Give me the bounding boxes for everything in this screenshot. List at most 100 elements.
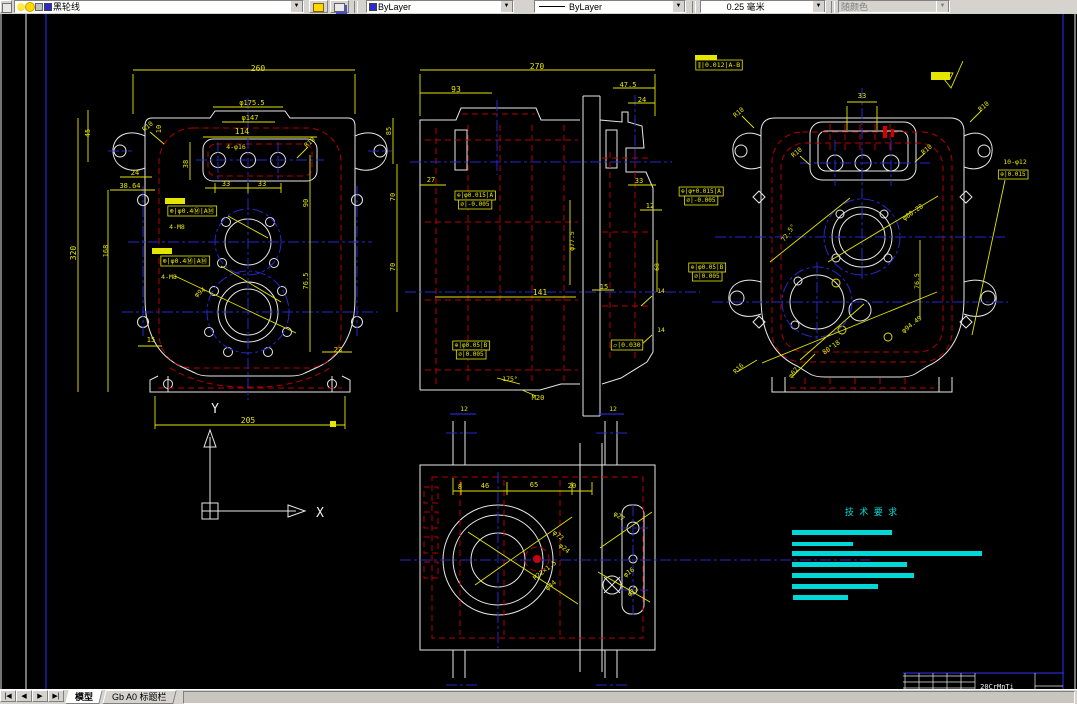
horizontal-scrollbar-track[interactable]: [182, 691, 1075, 704]
dim-label: 47.5: [620, 81, 637, 89]
dim-label: 24: [638, 96, 646, 104]
chevron-down-icon[interactable]: ▼: [290, 1, 303, 12]
layer-manager-button[interactable]: [0, 0, 12, 13]
color-combo[interactable]: ByLayer ▼: [366, 0, 514, 13]
dim-label: 38: [182, 160, 190, 168]
ucs-icon: [201, 428, 307, 520]
layer-color-swatch: [44, 2, 52, 11]
dim-label: 12: [609, 405, 617, 413]
dim-label: ⊕|φ0.4Ⓜ|AⓂ: [163, 257, 208, 265]
lineweight-combo[interactable]: 0.25 毫米 ▼: [700, 0, 826, 13]
dim-label: φ94.49: [900, 314, 923, 335]
dim-label: 14: [657, 326, 665, 334]
dim-label: 23: [334, 346, 342, 354]
dim-label: 15: [600, 283, 608, 291]
first-tab-button[interactable]: |◀: [0, 690, 16, 702]
toolbar-separator: [354, 1, 358, 13]
dim-label: 38.64: [119, 182, 140, 190]
side-section-view: [405, 55, 717, 417]
prev-tab-button[interactable]: ◀: [16, 690, 32, 702]
dim-label: R16: [732, 362, 746, 376]
tech-req-text-line: [792, 562, 907, 567]
dim-label: ⊕|φ0.05|B: [455, 342, 488, 349]
dim-label: φ94: [193, 286, 207, 299]
ucs-y-label: Y: [211, 402, 219, 417]
make-current-icon: [313, 3, 324, 12]
linetype-preview-icon: [539, 6, 565, 7]
dim-label: 46: [481, 482, 489, 490]
tab-model[interactable]: 模型: [65, 690, 103, 704]
tech-req-text-line: [792, 573, 914, 578]
layer-lock-icon: [35, 2, 43, 11]
dim-label: 33: [258, 180, 266, 188]
dim-label: ⊕|φ+0.015|A: [681, 188, 721, 195]
dim-label: φ175.5: [239, 99, 264, 107]
dim-label: ⊕|φ0.4Ⓜ|AⓂ: [170, 207, 215, 215]
dim-label: 4-M8: [169, 223, 185, 231]
layer-combo[interactable]: 黑轮线 ▼: [14, 0, 304, 13]
tech-req-text-line: [792, 542, 853, 546]
chevron-down-icon[interactable]: ▼: [500, 1, 513, 12]
tab-layout-gb-a0[interactable]: Gb A0 标题栏: [102, 690, 177, 704]
dim-label: φ62: [787, 366, 801, 380]
make-object-layer-current-button[interactable]: [309, 0, 328, 13]
dim-label: 93: [451, 85, 461, 94]
dim-label: φ60.28: [901, 202, 925, 222]
surface-finish-symbol: [931, 60, 964, 89]
chevron-down-icon: ▼: [936, 1, 949, 12]
tech-req-title: 技 术 要 求: [845, 506, 897, 518]
current-color-swatch: [369, 2, 377, 11]
dim-label: 141: [533, 288, 548, 297]
dim-label: 175°: [502, 375, 518, 383]
dim-label: ⊕|0.015: [1000, 171, 1026, 178]
dim-label: 10: [155, 125, 163, 133]
layer-previous-button[interactable]: [330, 0, 349, 13]
dim-label: φ24: [557, 542, 571, 556]
current-plotstyle-value: 随颜色: [841, 2, 869, 12]
dim-label: φ16: [622, 566, 636, 579]
toolbar-separator: [831, 1, 835, 13]
dim-label: ⌀|-0.005: [687, 197, 716, 204]
current-color-value: ByLayer: [378, 1, 412, 12]
chevron-down-icon[interactable]: ▼: [812, 1, 825, 12]
dim-label: 76.5: [302, 273, 310, 290]
dim-label: 76.5: [913, 273, 921, 289]
current-linetype-value: ByLayer: [569, 1, 603, 12]
dim-label: 260: [251, 64, 266, 73]
next-tab-icon: ▶: [37, 693, 43, 700]
dim-label: 4-φ16: [226, 143, 246, 151]
dim-label: 12: [460, 405, 468, 413]
next-tab-button[interactable]: ▶: [32, 690, 48, 702]
front-view: [77, 69, 398, 429]
first-tab-icon: |◀: [4, 693, 12, 700]
dim-label: ⌀|-0.005: [461, 201, 490, 208]
linetype-combo[interactable]: ByLayer ▼: [534, 0, 686, 13]
dim-label: 12: [646, 202, 654, 210]
dim-label: 270: [530, 62, 545, 71]
model-space-canvas[interactable]: 260 φ175.5 φ147 114 38 4-φ16 33 33 24 38.64 45 10 R1…: [0, 14, 1077, 697]
tech-req-text-line: [793, 595, 848, 600]
layer-previous-icon: [334, 3, 345, 12]
dim-label: φ27: [612, 510, 626, 523]
layer-freeze-sun-icon: [26, 2, 34, 11]
dim-label: 10-φ12: [1003, 158, 1027, 166]
dim-label: 24: [131, 169, 139, 177]
dim-label: ⌀|0.005: [694, 273, 720, 280]
dim-label: M20: [532, 394, 545, 402]
dim-label: φ44: [544, 579, 558, 593]
dim-label: 68: [653, 263, 661, 271]
dim-label: 15: [147, 336, 155, 344]
last-tab-icon: ▶|: [52, 693, 60, 700]
dim-label: φ147: [242, 114, 259, 122]
chevron-down-icon[interactable]: ▼: [672, 1, 685, 12]
last-tab-button[interactable]: ▶|: [48, 690, 64, 702]
dim-label: R10: [303, 136, 317, 150]
dim-label: 205: [241, 416, 256, 425]
dim-label: 8: [458, 483, 462, 491]
back-view: [712, 88, 1008, 393]
dim-label: φ72: [551, 529, 565, 543]
toolbar-separator: [692, 1, 696, 13]
dim-label: 70: [389, 263, 397, 271]
layout-tab-bar: |◀ ◀ ▶ ▶| 模型 Gb A0 标题栏: [0, 689, 1077, 704]
dim-label: 20: [568, 482, 576, 490]
